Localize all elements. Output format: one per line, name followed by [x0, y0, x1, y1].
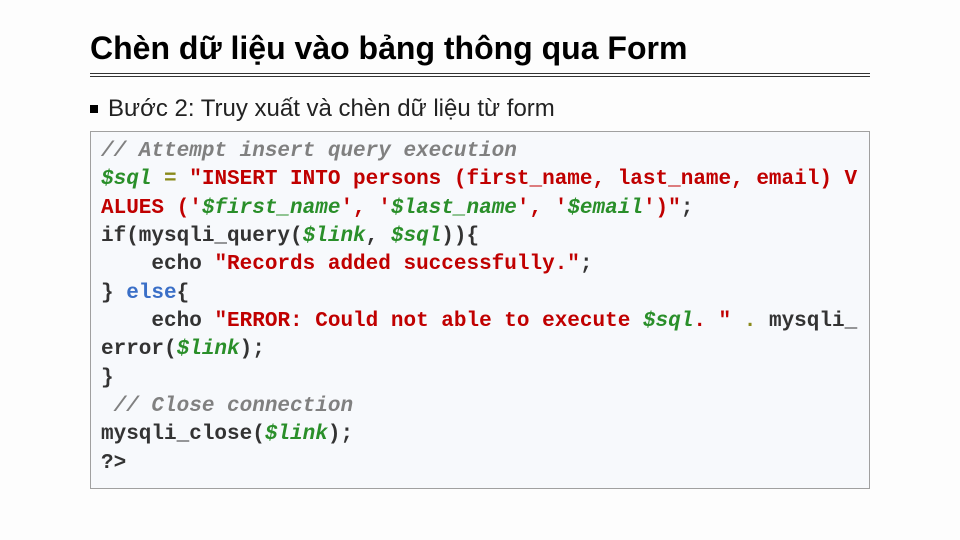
- code-var: $sql: [391, 225, 441, 248]
- code-var: $sql: [643, 310, 693, 333]
- code-text: )){: [441, 225, 479, 248]
- code-var: $link: [303, 225, 366, 248]
- code-text: );: [328, 423, 353, 446]
- code-comment: // Close connection: [101, 395, 353, 418]
- code-text: ,: [366, 225, 391, 248]
- code-block: // Attempt insert query execution $sql =…: [90, 131, 870, 489]
- code-text: ?>: [101, 452, 126, 475]
- code-var: $email: [567, 197, 643, 220]
- code-string: ')": [643, 197, 681, 220]
- code-text: if(mysqli_query(: [101, 225, 303, 248]
- slide-title: Chèn dữ liệu vào bảng thông qua Form: [90, 30, 870, 77]
- code-var: $link: [177, 338, 240, 361]
- code-text: }: [101, 282, 126, 305]
- code-string: ', ': [517, 197, 567, 220]
- code-op: .: [731, 310, 769, 333]
- square-bullet-icon: [90, 105, 98, 113]
- code-string: . ": [693, 310, 731, 333]
- code-text: }: [101, 367, 114, 390]
- code-string: ', ': [340, 197, 390, 220]
- slide: Chèn dữ liệu vào bảng thông qua Form Bướ…: [0, 0, 960, 489]
- code-comment: // Attempt insert query execution: [101, 140, 517, 163]
- code-var: $first_name: [202, 197, 341, 220]
- code-string: "ERROR: Could not able to execute: [214, 310, 642, 333]
- code-var: $link: [265, 423, 328, 446]
- code-text: mysqli_close(: [101, 423, 265, 446]
- code-var: $sql: [101, 168, 151, 191]
- code-text: echo: [101, 253, 214, 276]
- step-bullet: Bước 2: Truy xuất và chèn dữ liệu từ for…: [90, 95, 870, 123]
- code-text: ;: [681, 197, 694, 220]
- code-op: =: [151, 168, 189, 191]
- bullet-text: Bước 2: Truy xuất và chèn dữ liệu từ for…: [108, 95, 555, 123]
- code-text: {: [177, 282, 190, 305]
- code-text: ;: [580, 253, 593, 276]
- code-text: echo: [101, 310, 214, 333]
- code-keyword: else: [126, 282, 176, 305]
- code-text: );: [240, 338, 265, 361]
- code-string: "Records added successfully.": [214, 253, 579, 276]
- code-var: $last_name: [391, 197, 517, 220]
